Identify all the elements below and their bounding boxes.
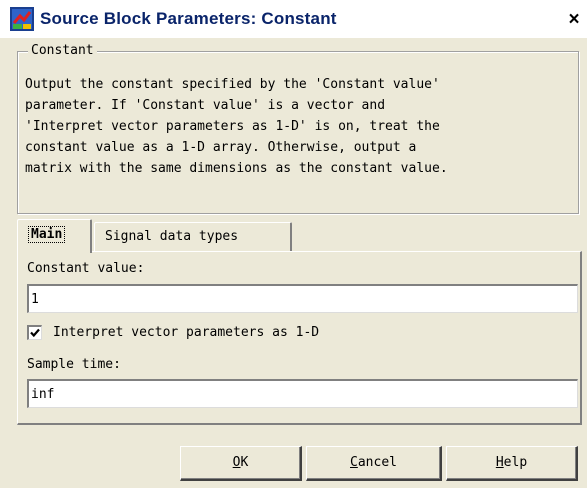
tab-main[interactable]: Main <box>17 219 92 253</box>
ok-mnemonic: O <box>232 455 241 470</box>
sample-time-input[interactable]: inf <box>27 379 578 408</box>
description-group: Constant Output the constant specified b… <box>17 43 579 214</box>
title-bar[interactable]: Source Block Parameters: Constant × <box>0 0 587 38</box>
window-title: Source Block Parameters: Constant <box>40 9 337 28</box>
interpret-vector-checkbox-row[interactable]: Interpret vector parameters as 1-D <box>27 325 319 340</box>
checkmark-icon <box>30 328 40 338</box>
close-icon[interactable]: × <box>563 9 585 31</box>
cancel-label-rest: ancel <box>357 455 397 470</box>
interpret-vector-label: Interpret vector parameters as 1-D <box>53 325 320 340</box>
cancel-mnemonic: C <box>350 455 358 470</box>
group-legend: Constant <box>28 43 97 58</box>
tab-signal-data-types[interactable]: Signal data types <box>94 222 292 251</box>
constant-value-label: Constant value: <box>27 261 145 276</box>
block-description: Output the constant specified by the 'Co… <box>25 77 448 176</box>
cancel-button[interactable]: Cancel <box>306 446 442 481</box>
help-label-rest: elp <box>503 455 528 470</box>
simulink-block-icon <box>10 7 34 31</box>
tab-signal-data-types-label: Signal data types <box>105 229 239 244</box>
ok-label-rest: K <box>240 455 249 470</box>
main-tab-panel: Constant value: 1 Interpret vector param… <box>17 251 582 425</box>
constant-value-input[interactable]: 1 <box>27 284 578 313</box>
sample-time-label: Sample time: <box>27 357 121 372</box>
help-mnemonic: H <box>495 455 504 470</box>
ok-button[interactable]: OK <box>180 446 302 481</box>
help-button[interactable]: Help <box>446 446 578 481</box>
tab-main-label: Main <box>28 226 66 243</box>
interpret-vector-checkbox[interactable] <box>27 325 42 340</box>
